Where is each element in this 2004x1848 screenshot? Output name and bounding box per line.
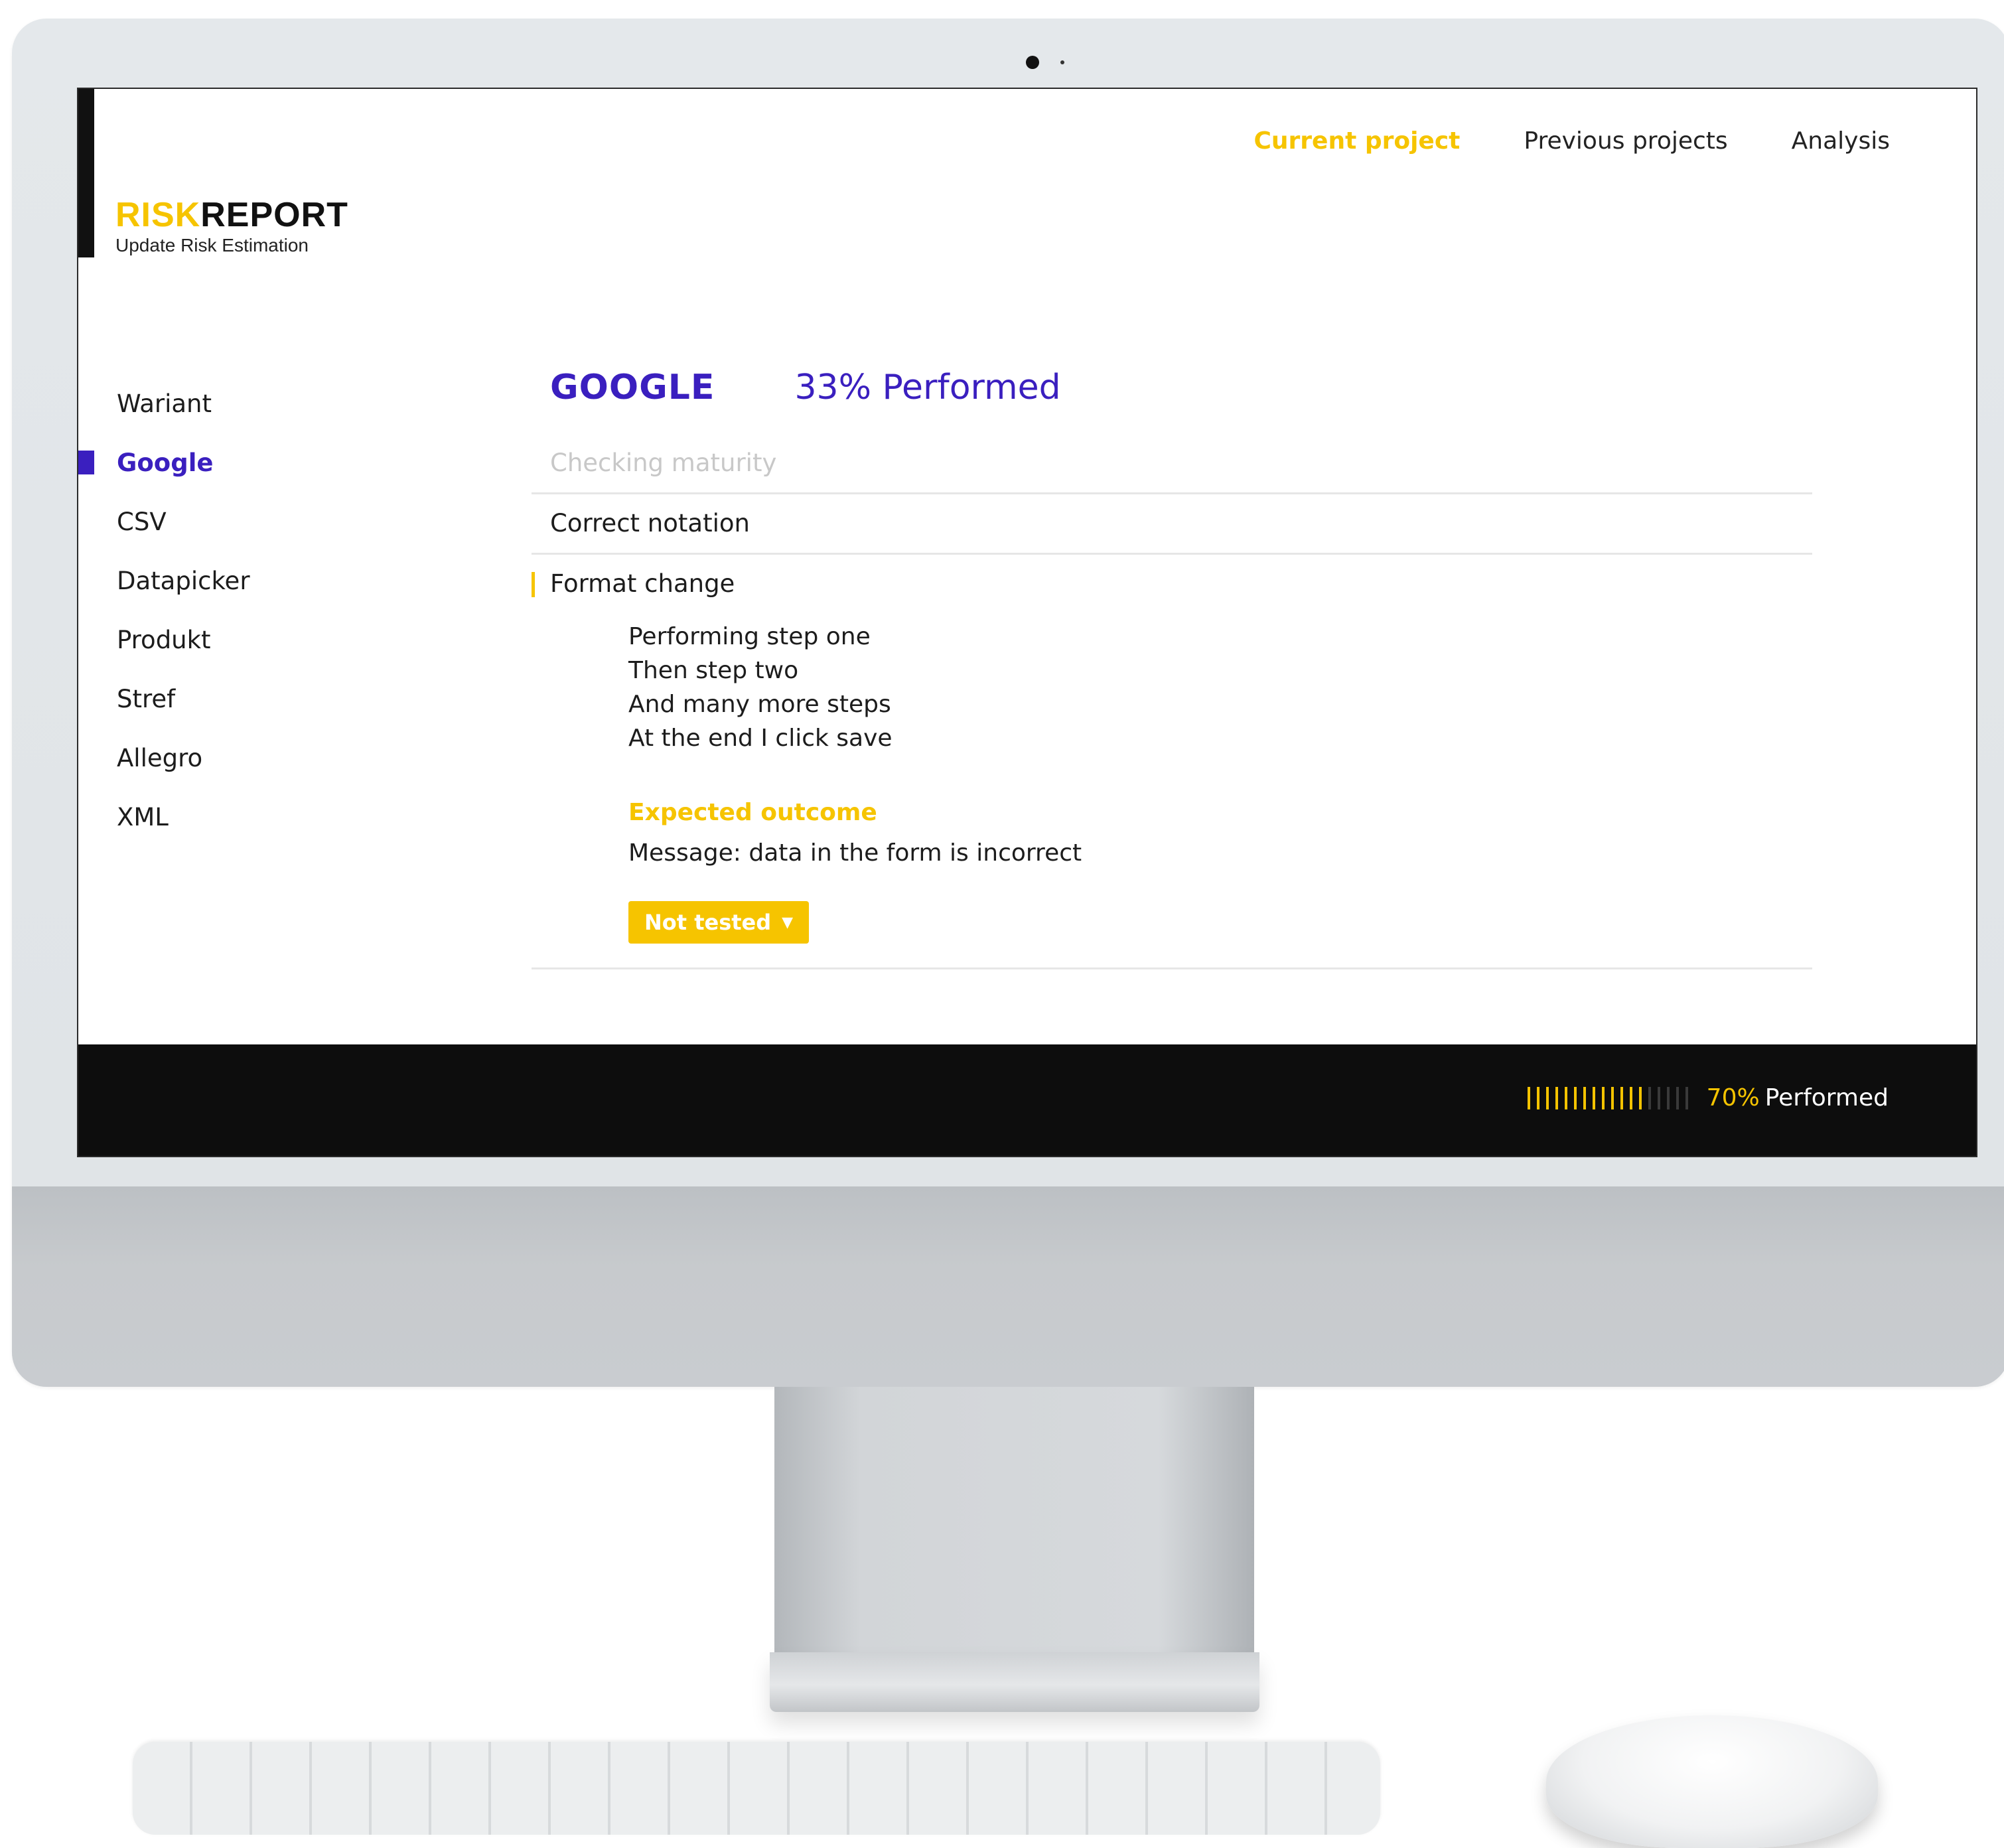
- progress-tick: [1527, 1086, 1530, 1109]
- test-row-expanded[interactable]: Format change: [532, 555, 1812, 613]
- progress-tick: [1536, 1086, 1539, 1109]
- progress-tick: [1638, 1086, 1642, 1109]
- footer-bar: 70% Performed: [78, 1044, 1976, 1156]
- step-item: And many more steps: [628, 691, 891, 718]
- performed-percent: 33% Performed: [794, 368, 1061, 407]
- step-item: Performing step one: [628, 623, 871, 650]
- keyboard: [133, 1742, 1380, 1835]
- test-row[interactable]: Checking maturity: [532, 434, 1812, 494]
- step-item: At the end I click save: [628, 725, 893, 752]
- monitor-stand: [774, 1387, 1254, 1652]
- progress-tick: [1610, 1086, 1614, 1109]
- page-title: GOOGLE: [550, 368, 715, 407]
- sidebar-item-datapicker[interactable]: Datapicker: [78, 551, 250, 610]
- sidebar-item-wariant[interactable]: Wariant: [78, 374, 250, 433]
- section-header: GOOGLE 33% Performed: [532, 368, 1812, 434]
- sidebar-item-produkt[interactable]: Produkt: [78, 610, 250, 670]
- active-marker: [78, 451, 94, 474]
- logo-risk: RISK: [115, 196, 201, 234]
- top-nav: Current project Previous projects Analys…: [1253, 127, 1890, 155]
- nav-analysis[interactable]: Analysis: [1792, 127, 1890, 155]
- monitor-chin: [12, 1186, 2004, 1387]
- progress-percent: 70%: [1706, 1084, 1760, 1111]
- sidebar-item-google[interactable]: Google: [78, 433, 250, 492]
- progress-tick: [1676, 1086, 1679, 1109]
- progress-tick: [1657, 1086, 1660, 1109]
- expected-outcome-heading: Expected outcome: [628, 799, 877, 826]
- test-detail: Performing step one Then step two And ma…: [532, 613, 1812, 969]
- selected-indicator: [532, 572, 535, 597]
- logo-subtitle: Update Risk Estimation: [115, 235, 309, 255]
- progress-tick: [1629, 1086, 1632, 1109]
- test-row-label: Format change: [550, 569, 735, 598]
- status-dropdown-label: Not tested: [644, 910, 772, 935]
- main-content: GOOGLE 33% Performed Checking maturity C…: [532, 368, 1812, 969]
- mouse: [1546, 1715, 1878, 1848]
- camera-icon: [1026, 56, 1039, 69]
- logo-wordmark: RISKREPORT: [115, 198, 348, 232]
- progress-tick: [1601, 1086, 1605, 1109]
- progress-tick: [1555, 1086, 1558, 1109]
- sidebar-item-xml[interactable]: XML: [78, 788, 250, 847]
- expected-outcome-text: Message: data in the form is incorrect: [628, 839, 1082, 867]
- status-dropdown[interactable]: Not tested ▼: [628, 901, 810, 944]
- test-row[interactable]: Correct notation: [532, 494, 1812, 555]
- step-item: Then step two: [628, 657, 799, 684]
- progress-tick: [1620, 1086, 1623, 1109]
- progress-tick: [1666, 1086, 1670, 1109]
- app-screen: RISKREPORT Update Risk Estimation Curren…: [77, 88, 1977, 1157]
- progress-ticks: [1527, 1086, 1688, 1109]
- brand-accent-bar: [78, 89, 94, 257]
- progress-tick: [1545, 1086, 1549, 1109]
- progress-tick: [1564, 1086, 1567, 1109]
- sidebar-item-stref[interactable]: Stref: [78, 670, 250, 729]
- sidebar-item-allegro[interactable]: Allegro: [78, 729, 250, 788]
- logo-report: REPORT: [200, 196, 348, 234]
- sidebar-item-label: Google: [117, 449, 214, 477]
- nav-current-project[interactable]: Current project: [1253, 127, 1460, 155]
- progress-tick: [1685, 1086, 1688, 1109]
- overall-progress: 70% Performed: [1527, 1084, 1889, 1111]
- steps-list: Performing step one Then step two And ma…: [628, 613, 1812, 755]
- sensor-icon: [1060, 60, 1064, 64]
- progress-tick: [1648, 1086, 1651, 1109]
- caret-down-icon: ▼: [782, 914, 794, 931]
- nav-previous-projects[interactable]: Previous projects: [1524, 127, 1727, 155]
- monitor-stand-foot: [770, 1652, 1259, 1712]
- imac-monitor: RISKREPORT Update Risk Estimation Curren…: [12, 19, 2004, 1387]
- progress-tick: [1583, 1086, 1586, 1109]
- logo[interactable]: RISKREPORT Update Risk Estimation: [115, 198, 348, 256]
- progress-tick: [1573, 1086, 1577, 1109]
- progress-tick: [1592, 1086, 1595, 1109]
- sidebar: Wariant Google CSV Datapicker Produkt St…: [78, 374, 250, 847]
- progress-label: Performed: [1764, 1084, 1889, 1111]
- sidebar-item-csv[interactable]: CSV: [78, 492, 250, 551]
